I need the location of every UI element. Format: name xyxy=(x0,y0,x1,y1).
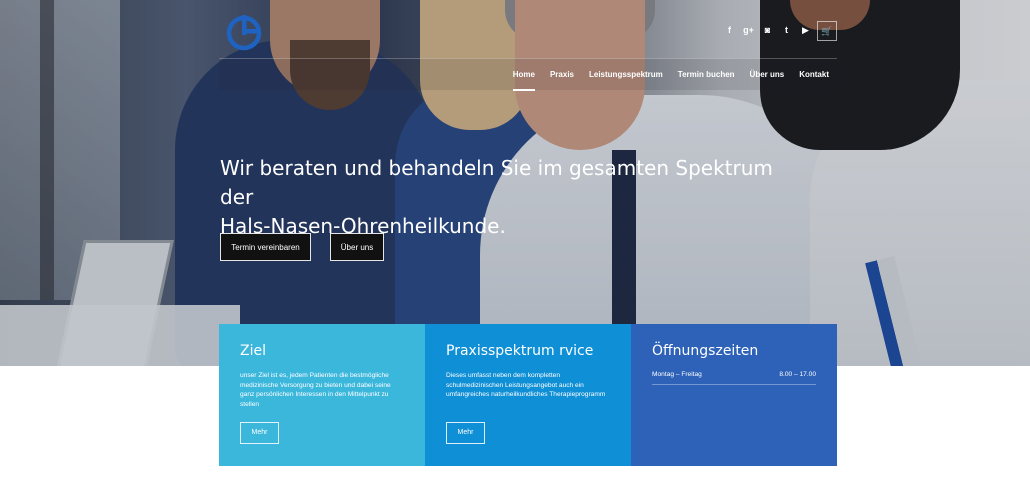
nav-item-leistungsspektrum[interactable]: Leistungsspektrum xyxy=(589,59,663,91)
nav-item-praxis[interactable]: Praxis xyxy=(550,59,574,91)
goal-text: unser Ziel ist es, jedem Patienten die b… xyxy=(240,372,391,409)
nav-item-kontakt[interactable]: Kontakt xyxy=(799,59,829,91)
hero-section: f g+ ◙ t ▶ 🛒 Home Praxis Leistungsspektr… xyxy=(0,0,1030,366)
opening-hours-time: 8.00 – 17.00 xyxy=(779,371,816,378)
opening-hours-row: Montag – Freitag 8.00 – 17.00 xyxy=(652,371,816,385)
appointment-button[interactable]: Termin vereinbaren xyxy=(220,233,311,261)
goal-box: Ziel unser Ziel ist es, jedem Patienten … xyxy=(219,324,425,466)
spectrum-box: Praxisspektrum rvice Dieses umfasst nebe… xyxy=(425,324,631,466)
instagram-icon[interactable]: ◙ xyxy=(758,21,777,40)
goal-title: Ziel xyxy=(240,343,266,359)
spectrum-title: Praxisspektrum rvice xyxy=(446,343,594,359)
about-button[interactable]: Über uns xyxy=(330,233,384,261)
spectrum-text: Dieses umfasst neben dem kompletten schu… xyxy=(446,372,606,399)
opening-hours-box: Öffnungszeiten Montag – Freitag 8.00 – 1… xyxy=(631,324,837,466)
logo-icon[interactable] xyxy=(225,12,265,52)
hero-headline-line1: Wir beraten und behandeln Sie im gesamte… xyxy=(220,156,773,209)
hero-headline: Wir beraten und behandeln Sie im gesamte… xyxy=(220,154,780,241)
opening-hours-title: Öffnungszeiten xyxy=(652,343,759,359)
facebook-icon[interactable]: f xyxy=(720,21,739,40)
main-nav: Home Praxis Leistungsspektrum Termin buc… xyxy=(219,58,837,91)
nav-item-termin-buchen[interactable]: Termin buchen xyxy=(678,59,735,91)
goal-more-button[interactable]: Mehr xyxy=(240,422,279,444)
site-header: f g+ ◙ t ▶ 🛒 Home Praxis Leistungsspektr… xyxy=(219,0,837,91)
youtube-icon[interactable]: ▶ xyxy=(796,21,815,40)
opening-hours-days: Montag – Freitag xyxy=(652,371,702,378)
nav-item-home[interactable]: Home xyxy=(512,59,536,91)
twitter-icon[interactable]: t xyxy=(777,21,796,40)
google-plus-icon[interactable]: g+ xyxy=(739,21,758,40)
spectrum-more-button[interactable]: Mehr xyxy=(446,422,485,444)
nav-item-ueber-uns[interactable]: Über uns xyxy=(750,59,785,91)
social-links: f g+ ◙ t ▶ 🛒 xyxy=(720,21,837,41)
cart-icon[interactable]: 🛒 xyxy=(817,21,837,41)
